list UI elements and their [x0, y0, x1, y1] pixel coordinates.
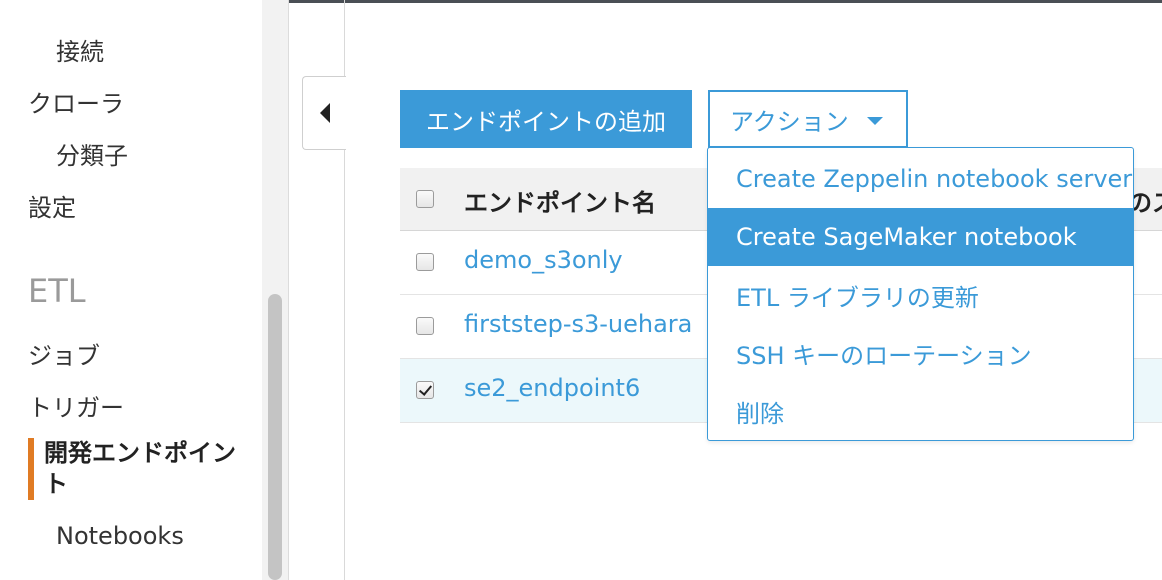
- endpoint-link[interactable]: se2_endpoint6: [464, 374, 640, 402]
- row-checkbox[interactable]: [416, 317, 434, 335]
- endpoint-link[interactable]: firststep-s3-uehara: [464, 310, 692, 338]
- row-checkbox-checked[interactable]: [416, 381, 434, 399]
- select-all-checkbox[interactable]: [416, 190, 434, 208]
- sidebar-item-dev-endpoints[interactable]: 開発エンドポイント: [28, 438, 238, 500]
- column-header-endpoint-name[interactable]: エンドポイント名: [464, 183, 656, 218]
- collapse-sidebar-button[interactable]: [302, 76, 346, 150]
- sidebar-nav: 接続 クローラ 分類子 設定 ETL ジョブ トリガー 開発エンドポイント No…: [0, 0, 262, 580]
- sidebar-item-classifiers[interactable]: 分類子: [56, 136, 128, 171]
- action-menu: Create Zeppelin notebook server Create S…: [707, 147, 1134, 441]
- caret-down-icon: [866, 117, 883, 125]
- caret-left-icon: [320, 103, 330, 123]
- action-dropdown-label: アクション: [730, 107, 849, 136]
- endpoint-link[interactable]: demo_s3only: [464, 246, 623, 274]
- add-endpoint-button[interactable]: エンドポイントの追加: [400, 90, 692, 148]
- sidebar-item-connections[interactable]: 接続: [56, 32, 104, 67]
- menu-item-delete[interactable]: 削除: [708, 382, 1133, 440]
- sidebar-scrollbar-thumb[interactable]: [268, 294, 282, 580]
- sidebar-item-triggers[interactable]: トリガー: [28, 388, 124, 423]
- sidebar-item-settings[interactable]: 設定: [28, 188, 76, 223]
- sidebar-item-jobs[interactable]: ジョブ: [28, 336, 100, 371]
- menu-item-create-zeppelin[interactable]: Create Zeppelin notebook server: [708, 150, 1133, 208]
- sidebar-item-crawlers[interactable]: クローラ: [28, 84, 124, 119]
- sidebar-heading-etl: ETL: [28, 272, 86, 310]
- menu-item-rotate-ssh-key[interactable]: SSH キーのローテーション: [708, 324, 1133, 382]
- sidebar-item-notebooks[interactable]: Notebooks: [56, 522, 184, 550]
- menu-item-create-sagemaker[interactable]: Create SageMaker notebook: [708, 208, 1133, 266]
- action-dropdown-button[interactable]: アクション: [708, 90, 908, 148]
- row-checkbox[interactable]: [416, 253, 434, 271]
- menu-item-update-etl-library[interactable]: ETL ライブラリの更新: [708, 266, 1133, 324]
